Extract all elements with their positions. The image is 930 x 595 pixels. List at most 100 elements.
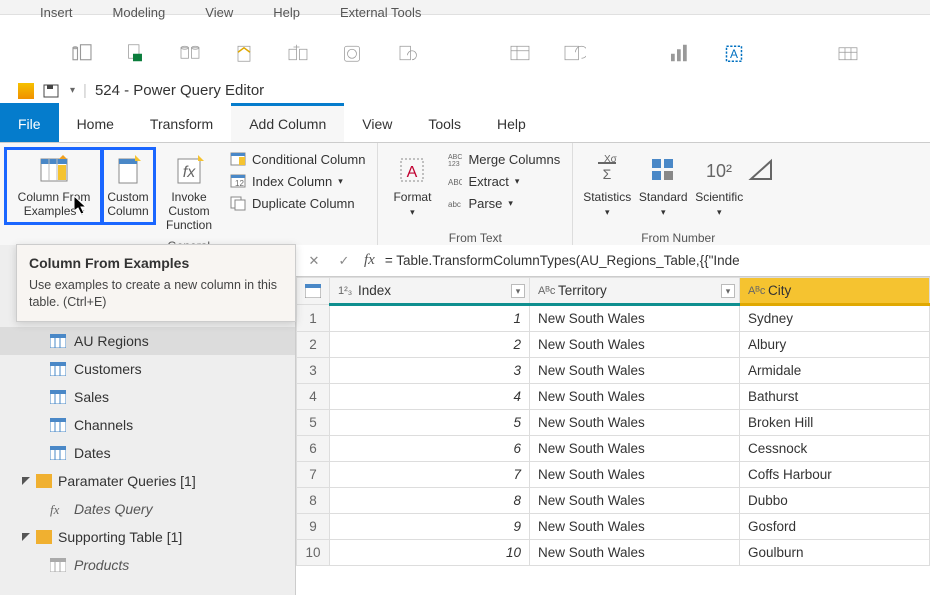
- app-logo-icon: [18, 83, 34, 99]
- cell-city[interactable]: Cessnock: [740, 436, 930, 462]
- accept-formula-icon[interactable]: ✓: [334, 251, 354, 271]
- cell-territory[interactable]: New South Wales: [530, 436, 740, 462]
- query-dates[interactable]: Dates: [0, 439, 295, 467]
- table-row[interactable]: 7 7 New South Wales Coffs Harbour: [297, 462, 930, 488]
- duplicate-column-button[interactable]: Duplicate Column: [230, 195, 365, 211]
- cell-index[interactable]: 9: [330, 514, 530, 540]
- scientific-button[interactable]: 10² Scientific▾: [691, 149, 747, 223]
- cell-territory[interactable]: New South Wales: [530, 488, 740, 514]
- row-number[interactable]: 3: [297, 358, 330, 384]
- qat-dropdown-icon[interactable]: ▾: [70, 85, 75, 96]
- cell-index[interactable]: 1: [330, 305, 530, 332]
- folder-parameter-queries[interactable]: Paramater Queries [1]: [0, 467, 295, 495]
- row-number[interactable]: 2: [297, 332, 330, 358]
- cell-city[interactable]: Sydney: [740, 305, 930, 332]
- cell-index[interactable]: 5: [330, 410, 530, 436]
- window-title: 524 - Power Query Editor: [95, 82, 264, 99]
- query-products[interactable]: Products: [0, 551, 295, 579]
- standard-button[interactable]: Standard▾: [635, 149, 691, 223]
- row-number[interactable]: 1: [297, 305, 330, 332]
- row-number[interactable]: 4: [297, 384, 330, 410]
- tab-help[interactable]: Help: [479, 103, 544, 142]
- row-number[interactable]: 6: [297, 436, 330, 462]
- cell-city[interactable]: Goulburn: [740, 540, 930, 566]
- query-dates-query[interactable]: fx Dates Query: [0, 495, 295, 523]
- fx-icon[interactable]: fx: [364, 252, 375, 269]
- title-bar: ▾ | 524 - Power Query Editor: [0, 78, 930, 103]
- row-number[interactable]: 5: [297, 410, 330, 436]
- column-header-territory[interactable]: AᴮcTerritory ▾: [530, 278, 740, 305]
- row-number[interactable]: 8: [297, 488, 330, 514]
- cell-territory[interactable]: New South Wales: [530, 410, 740, 436]
- extract-button[interactable]: ABC Extract ▾: [446, 173, 560, 189]
- tab-file[interactable]: File: [0, 103, 59, 142]
- cell-territory[interactable]: New South Wales: [530, 462, 740, 488]
- filter-dropdown-icon[interactable]: ▾: [511, 284, 525, 298]
- formula-text[interactable]: = Table.TransformColumnTypes(AU_Regions_…: [385, 253, 922, 268]
- cell-city[interactable]: Dubbo: [740, 488, 930, 514]
- cell-index[interactable]: 4: [330, 384, 530, 410]
- format-button[interactable]: A Format▾: [384, 149, 440, 223]
- svg-text:fx: fx: [183, 164, 196, 181]
- tab-add-column[interactable]: Add Column: [231, 103, 344, 142]
- filter-dropdown-icon[interactable]: ▾: [721, 284, 735, 298]
- cell-territory[interactable]: New South Wales: [530, 332, 740, 358]
- row-number[interactable]: 9: [297, 514, 330, 540]
- table-row[interactable]: 9 9 New South Wales Gosford: [297, 514, 930, 540]
- table-row[interactable]: 8 8 New South Wales Dubbo: [297, 488, 930, 514]
- query-au-regions[interactable]: AU Regions: [0, 327, 295, 355]
- cell-territory[interactable]: New South Wales: [530, 540, 740, 566]
- svg-text:Xσ: Xσ: [604, 154, 618, 165]
- invoke-custom-function-button[interactable]: fx Invoke Custom Function: [154, 149, 224, 236]
- row-number[interactable]: 10: [297, 540, 330, 566]
- merge-columns-button[interactable]: ABC123 Merge Columns: [446, 151, 560, 167]
- index-column-button[interactable]: 12 Index Column ▾: [230, 173, 365, 189]
- cell-city[interactable]: Albury: [740, 332, 930, 358]
- cell-index[interactable]: 3: [330, 358, 530, 384]
- svg-text:12: 12: [235, 179, 244, 188]
- tab-transform[interactable]: Transform: [132, 103, 231, 142]
- svg-text:123: 123: [448, 161, 460, 167]
- table-row[interactable]: 5 5 New South Wales Broken Hill: [297, 410, 930, 436]
- cell-city[interactable]: Coffs Harbour: [740, 462, 930, 488]
- cell-territory[interactable]: New South Wales: [530, 305, 740, 332]
- column-header-index[interactable]: 1²₃Index ▾: [330, 278, 530, 305]
- cell-index[interactable]: 2: [330, 332, 530, 358]
- cell-territory[interactable]: New South Wales: [530, 358, 740, 384]
- cell-index[interactable]: 10: [330, 540, 530, 566]
- table-row[interactable]: 4 4 New South Wales Bathurst: [297, 384, 930, 410]
- ribbon-tabs: File Home Transform Add Column View Tool…: [0, 103, 930, 143]
- query-customers[interactable]: Customers: [0, 355, 295, 383]
- trig-button[interactable]: [747, 149, 777, 195]
- cell-index[interactable]: 6: [330, 436, 530, 462]
- cell-city[interactable]: Bathurst: [740, 384, 930, 410]
- tab-tools[interactable]: Tools: [410, 103, 479, 142]
- table-row[interactable]: 3 3 New South Wales Armidale: [297, 358, 930, 384]
- table-row[interactable]: 1 1 New South Wales Sydney: [297, 305, 930, 332]
- table-row[interactable]: 10 10 New South Wales Goulburn: [297, 540, 930, 566]
- cancel-formula-icon[interactable]: ✕: [304, 251, 324, 271]
- column-header-city[interactable]: AᴮcCity: [740, 278, 930, 305]
- cell-territory[interactable]: New South Wales: [530, 384, 740, 410]
- cell-city[interactable]: Gosford: [740, 514, 930, 540]
- table-row[interactable]: 6 6 New South Wales Cessnock: [297, 436, 930, 462]
- parse-button[interactable]: abc Parse ▾: [446, 195, 560, 211]
- folder-supporting-table[interactable]: Supporting Table [1]: [0, 523, 295, 551]
- cell-index[interactable]: 8: [330, 488, 530, 514]
- cell-city[interactable]: Broken Hill: [740, 410, 930, 436]
- row-number[interactable]: 7: [297, 462, 330, 488]
- cell-city[interactable]: Armidale: [740, 358, 930, 384]
- table-row[interactable]: 2 2 New South Wales Albury: [297, 332, 930, 358]
- query-channels[interactable]: Channels: [0, 411, 295, 439]
- data-grid[interactable]: 1²₃Index ▾ AᴮcTerritory ▾ AᴮcCity 1 1 Ne…: [296, 277, 930, 595]
- grid-corner[interactable]: [297, 278, 330, 305]
- cell-index[interactable]: 7: [330, 462, 530, 488]
- tab-home[interactable]: Home: [59, 103, 132, 142]
- statistics-button[interactable]: XσΣ Statistics▾: [579, 149, 635, 223]
- tab-view[interactable]: View: [344, 103, 410, 142]
- conditional-column-button[interactable]: Conditional Column: [230, 151, 365, 167]
- save-icon[interactable]: [42, 83, 62, 99]
- custom-column-button[interactable]: Custom Column: [102, 149, 154, 223]
- cell-territory[interactable]: New South Wales: [530, 514, 740, 540]
- query-sales[interactable]: Sales: [0, 383, 295, 411]
